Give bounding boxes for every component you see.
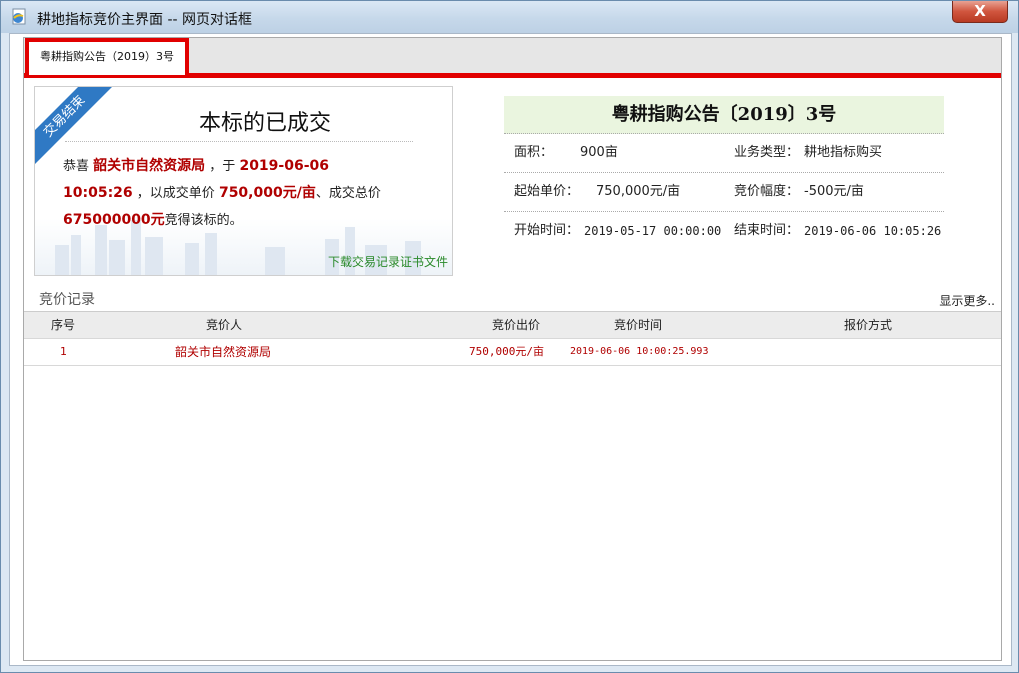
lot-info-table: 粤耕指购公告〔2019〕3号 面积： 900亩 业务类型： 耕地指标购买 起始单… <box>504 96 944 251</box>
close-button[interactable]: X <box>952 1 1008 23</box>
end-time-value: 2019-06-06 10:05:26 <box>804 224 942 238</box>
step-value: -500元/亩 <box>804 184 864 199</box>
deal-unit-price: 750,000元/亩 <box>218 185 316 201</box>
type-label: 业务类型： <box>734 145 800 160</box>
main-panel: 粤耕指购公告（2019）3号 交易结束 本标的已成交 恭喜 韶关市自然资源局 ，… <box>23 37 1002 661</box>
records-header: 竞价记录 显示更多.. <box>24 289 1001 311</box>
at-text: ，于 <box>209 159 236 174</box>
start-price-value: 750,000元/亩 <box>596 184 681 199</box>
unit-price-prefix: ，以成交单价 <box>136 186 215 201</box>
ie-page-icon <box>12 8 26 25</box>
window-title: 耕地指标竞价主界面 -- 网页对话框 <box>37 12 253 28</box>
area-label: 面积： <box>514 145 554 160</box>
congrats-text: 恭喜 <box>63 159 90 174</box>
info-row-price: 起始单价： 750,000元/亩 竞价幅度： -500元/亩 <box>504 173 944 212</box>
col-index: 序号 <box>51 318 76 332</box>
col-method: 报价方式 <box>844 318 893 332</box>
row-bidder: 韶关市自然资源局 <box>175 345 272 359</box>
step-label: 竞价幅度： <box>734 184 800 199</box>
table-header-row: 序号 竞价人 竞价出价 竞价时间 报价方式 <box>24 312 1001 339</box>
col-time: 竞价时间 <box>614 318 663 332</box>
result-title: 本标的已成交 <box>198 111 331 136</box>
row-index: 1 <box>60 345 67 358</box>
info-row-area: 面积： 900亩 业务类型： 耕地指标购买 <box>504 134 944 173</box>
winner-name: 韶关市自然资源局 <box>93 158 206 174</box>
records-title: 竞价记录 <box>39 292 95 308</box>
deal-time: 10:05:26 <box>63 185 133 201</box>
type-value: 耕地指标购买 <box>804 145 883 160</box>
records-table: 序号 竞价人 竞价出价 竞价时间 报价方式 1 韶关市自然资源局 750,000… <box>24 311 1001 366</box>
dialog-window: 耕地指标竞价主界面 -- 网页对话框 X 粤耕指购公告（2019）3号 交易结束… <box>0 0 1019 673</box>
lot-info-title: 粤耕指购公告〔2019〕3号 <box>504 96 944 134</box>
title-bar[interactable]: 耕地指标竞价主界面 -- 网页对话框 X <box>1 1 1018 33</box>
tab-announcement[interactable]: 粤耕指购公告（2019）3号 <box>25 38 189 75</box>
result-message: 恭喜 韶关市自然资源局 ，于 2019-06-06 10:05:26 ，以成交单… <box>63 153 433 234</box>
info-row-time: 开始时间： 2019-05-17 00:00:00 结束时间： 2019-06-… <box>504 212 944 251</box>
total-prefix: 、成交总价 <box>315 186 381 201</box>
divider <box>65 141 413 142</box>
show-more-link[interactable]: 显示更多.. <box>939 292 995 309</box>
tab-bar: 粤耕指购公告（2019）3号 <box>24 38 1001 78</box>
end-time-label: 结束时间： <box>734 223 800 238</box>
result-suffix: 竞得该标的。 <box>164 213 243 228</box>
area-value: 900亩 <box>580 145 618 160</box>
start-time-label: 开始时间： <box>514 223 580 238</box>
col-bidder: 竞价人 <box>206 318 243 332</box>
row-time: 2019-06-06 10:00:25.993 <box>570 346 709 357</box>
deal-total-price: 675000000元 <box>63 212 165 228</box>
dialog-content: 粤耕指购公告（2019）3号 交易结束 本标的已成交 恭喜 韶关市自然资源局 ，… <box>9 33 1012 666</box>
col-price: 竞价出价 <box>492 318 541 332</box>
deal-date: 2019-06-06 <box>239 158 330 174</box>
download-certificate-link[interactable]: 下载交易记录证书文件 <box>328 253 448 270</box>
start-price-label: 起始单价： <box>514 184 580 199</box>
start-time-value: 2019-05-17 00:00:00 <box>584 224 722 238</box>
result-box: 交易结束 本标的已成交 恭喜 韶关市自然资源局 ，于 2019-06-06 10… <box>34 86 453 276</box>
row-price: 750,000元/亩 <box>469 345 544 358</box>
table-row[interactable]: 1 韶关市自然资源局 750,000元/亩 2019-06-06 10:00:2… <box>24 339 1001 366</box>
